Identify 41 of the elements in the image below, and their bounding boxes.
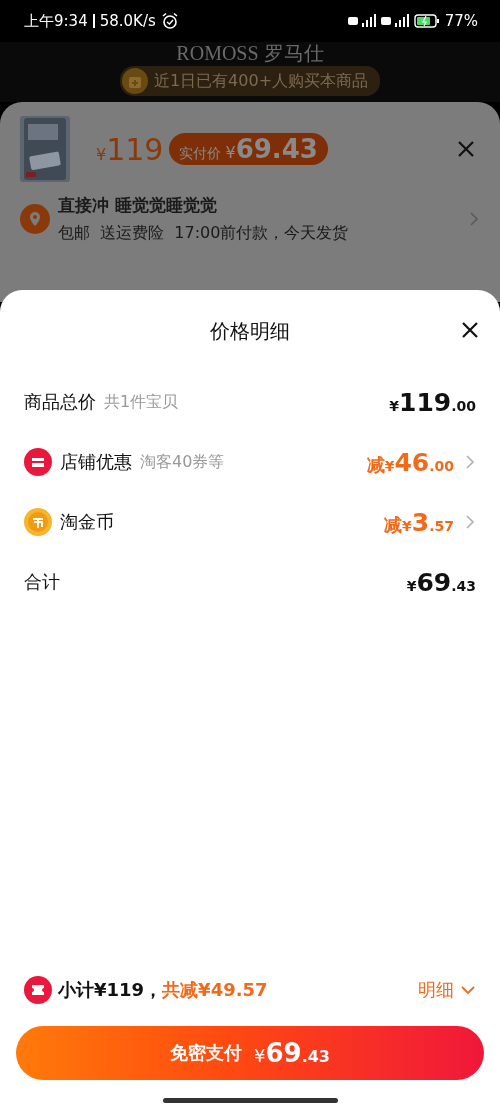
product-thumbnail bbox=[24, 118, 66, 180]
alarm-icon bbox=[160, 12, 179, 30]
address-name: 直接冲 睡觉觉睡觉觉 bbox=[58, 194, 218, 217]
coin-icon bbox=[24, 508, 52, 536]
row-label: 店铺优惠 bbox=[60, 450, 132, 474]
chevron-down-icon bbox=[460, 984, 476, 996]
battery-level: 77% bbox=[444, 12, 478, 30]
saving-text: 共减¥49.57 bbox=[162, 978, 268, 1002]
product-price: ¥119 bbox=[96, 131, 164, 167]
row-note: 共1件宝贝 bbox=[104, 391, 179, 413]
price-amount: ¥119.00 bbox=[389, 387, 476, 417]
buyers-badge: 近1日已有400+人购买本商品 bbox=[119, 66, 381, 96]
signal-icon bbox=[347, 14, 376, 28]
ticket-icon bbox=[24, 976, 52, 1004]
chevron-right-icon bbox=[464, 454, 476, 470]
row-label: 商品总价 bbox=[24, 390, 96, 414]
row-label: 合计 bbox=[24, 570, 60, 594]
address-row[interactable]: 直接冲 睡觉觉睡觉觉 包邮 送运费险 17:00前付款，今天发货 bbox=[20, 194, 480, 244]
price-amount: ¥69.43 bbox=[406, 567, 476, 597]
row-label: 淘金币 bbox=[60, 510, 114, 534]
discount-amount: 减¥46.00 bbox=[366, 447, 454, 477]
status-speed: 58.0K/s bbox=[92, 14, 156, 28]
bag-icon bbox=[121, 68, 148, 94]
discount-amount: 减¥3.57 bbox=[384, 507, 454, 537]
brand-text: ROMOSS 罗马仕 bbox=[176, 42, 324, 64]
paid-price-badge: 实付价 ¥69.43 bbox=[169, 133, 328, 165]
close-icon bbox=[456, 139, 476, 159]
row-note: 淘客40券等 bbox=[140, 451, 225, 473]
shop-icon bbox=[24, 448, 52, 476]
location-pin-icon bbox=[20, 204, 50, 234]
chevron-right-icon bbox=[464, 514, 476, 530]
subtotal-text: 小计¥119， bbox=[58, 978, 163, 1002]
close-icon bbox=[460, 320, 480, 340]
sheet-title: 价格明细 bbox=[210, 317, 290, 345]
signal-icon bbox=[380, 14, 409, 28]
detail-toggle[interactable]: 明细 bbox=[418, 978, 476, 1002]
pay-button[interactable]: 免密支付 ¥69.43 bbox=[16, 1026, 484, 1080]
status-time: 上午9:34 bbox=[24, 11, 88, 31]
delivery-info: 包邮 送运费险 17:00前付款，今天发货 bbox=[58, 223, 350, 244]
chevron-right-icon bbox=[468, 211, 480, 227]
battery-icon bbox=[413, 14, 440, 28]
